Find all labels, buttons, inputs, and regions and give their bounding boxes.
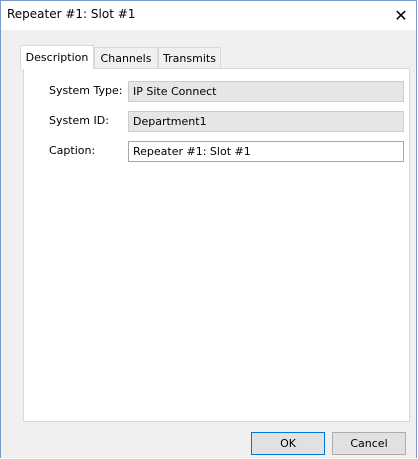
system-id-label: System ID: xyxy=(49,114,109,127)
system-type-label: System Type: xyxy=(49,84,123,97)
cancel-button[interactable]: Cancel xyxy=(332,432,406,455)
caption-input[interactable]: Repeater #1: Slot #1 xyxy=(128,141,404,162)
system-type-field: IP Site Connect xyxy=(128,81,404,102)
tab-description[interactable]: Description xyxy=(20,45,94,69)
ok-button[interactable]: OK xyxy=(251,432,325,455)
ok-button-label: OK xyxy=(280,437,296,450)
tab-channels-label: Channels xyxy=(100,51,152,65)
tab-transmits-label: Transmits xyxy=(163,51,216,65)
title-bar[interactable]: Repeater #1: Slot #1 ✕ xyxy=(1,1,416,29)
tab-description-label: Description xyxy=(25,51,89,64)
dialog-client-area: Description Channels Transmits System Ty… xyxy=(1,30,416,458)
tab-channels[interactable]: Channels xyxy=(94,47,158,68)
cancel-button-label: Cancel xyxy=(350,437,388,450)
tab-transmits[interactable]: Transmits xyxy=(158,47,221,68)
close-button[interactable]: ✕ xyxy=(386,1,416,29)
caption-label: Caption: xyxy=(49,144,96,157)
dialog-window: Repeater #1: Slot #1 ✕ Description Chann… xyxy=(0,0,417,458)
window-title: Repeater #1: Slot #1 xyxy=(7,7,136,21)
description-tab-panel: System Type: IP Site Connect System ID: … xyxy=(23,68,410,422)
close-icon: ✕ xyxy=(394,5,408,25)
system-id-field: Department1 xyxy=(128,111,404,132)
